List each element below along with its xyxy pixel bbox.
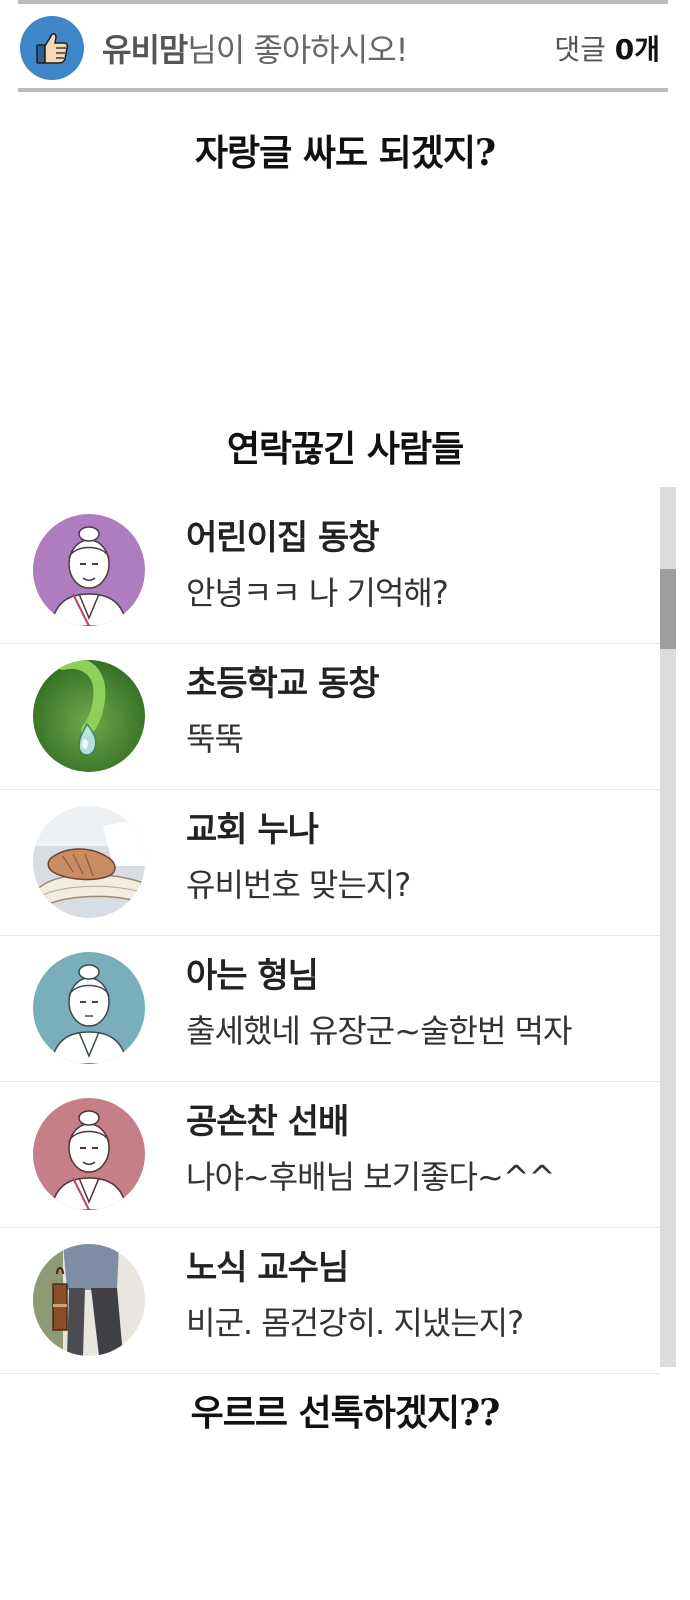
contact-message: 뚝뚝: [186, 720, 244, 758]
comment-label: 댓글: [554, 33, 606, 66]
contact-message: 나야~후배님 보기좋다~^^: [186, 1158, 555, 1196]
comment-count-link[interactable]: 댓글 0개: [554, 28, 660, 68]
scrollbar[interactable]: [660, 487, 676, 1367]
boast-title: 자랑글 싸도 되겠지?: [194, 132, 496, 174]
thumbs-up-icon[interactable]: [20, 16, 84, 80]
contact-row[interactable]: 공손찬 선배 나야~후배님 보기좋다~^^: [0, 1082, 660, 1228]
contact-name: 아는 형님: [186, 956, 319, 996]
comment-count: 0개: [614, 33, 660, 66]
contact-name: 공손찬 선배: [186, 1102, 349, 1142]
person-avatar-purple: [33, 514, 145, 626]
liker-nickname: 유비맘: [102, 31, 188, 69]
contact-name: 어린이집 동창: [186, 518, 380, 558]
person-avatar-rose: [33, 1098, 145, 1210]
contact-row[interactable]: 아는 형님 출세했네 유장군~술한번 먹자: [0, 936, 660, 1082]
bottom-divider: [18, 88, 668, 92]
contact-name: 노식 교수님: [186, 1248, 349, 1288]
contact-row[interactable]: 초등학교 동창 뚝뚝: [0, 644, 660, 790]
like-bar: 유비맘님이 좋아하시오! 댓글 0개: [18, 4, 668, 92]
contact-row[interactable]: 어린이집 동창 안녕ㅋㅋ 나 기억해?: [0, 498, 660, 644]
contact-message: 유비번호 맞는지?: [186, 866, 411, 904]
contact-message: 비군. 몸건강히. 지냈는지?: [186, 1304, 524, 1342]
praying-hands-bible-photo: [33, 806, 145, 918]
footer-title: 우르르 선톡하겠지??: [190, 1392, 501, 1434]
lost-contacts-title: 연락끊긴 사람들: [226, 428, 464, 470]
scrollbar-thumb[interactable]: [660, 569, 676, 649]
contact-row[interactable]: 노식 교수님 비군. 몸건강히. 지냈는지?: [0, 1228, 660, 1374]
contact-row[interactable]: 교회 누나 유비번호 맞는지?: [0, 790, 660, 936]
contact-message: 안녕ㅋㅋ 나 기억해?: [186, 574, 449, 612]
like-message: 유비맘님이 좋아하시오!: [102, 25, 408, 71]
water-drop-leaf-photo: [33, 660, 145, 772]
contact-message: 출세했네 유장군~술한번 먹자: [186, 1012, 572, 1050]
person-avatar-teal: [33, 952, 145, 1064]
like-message-text: 님이 좋아하시오!: [187, 31, 408, 69]
contact-list: 어린이집 동창 안녕ㅋㅋ 나 기억해? 초등학교 동창 뚝뚝 교회 누나 유비번…: [0, 498, 660, 1374]
contact-name: 초등학교 동창: [186, 664, 380, 704]
walking-professor-photo: [33, 1244, 145, 1356]
contact-name: 교회 누나: [186, 810, 319, 850]
